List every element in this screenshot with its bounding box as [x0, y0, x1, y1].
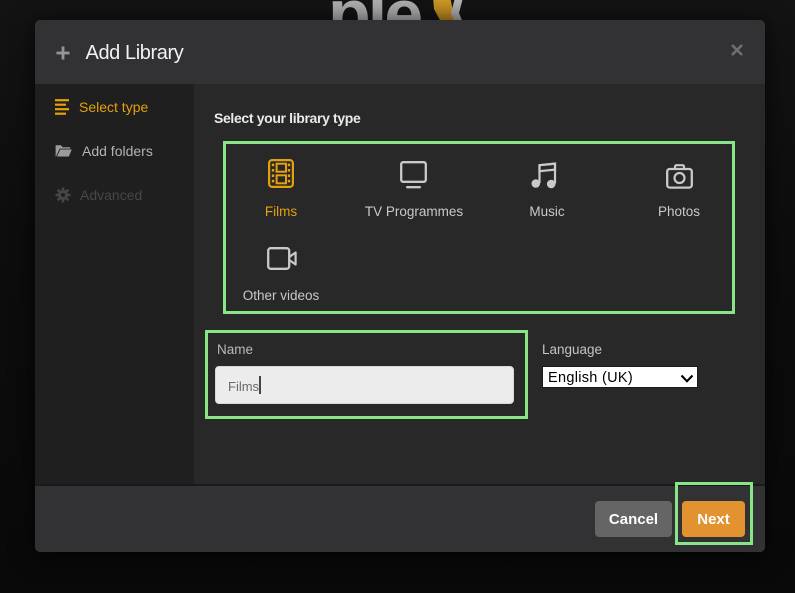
svg-text:ple: ple: [328, 0, 421, 22]
